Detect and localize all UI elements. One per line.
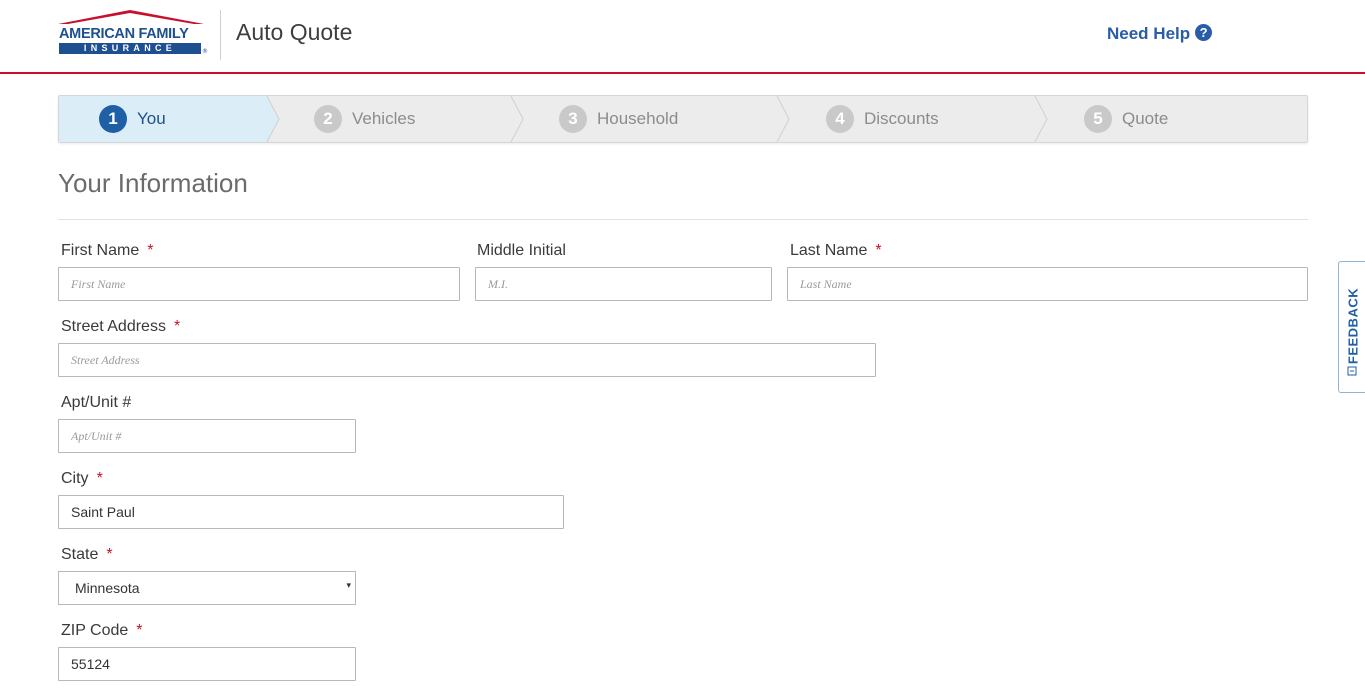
apt-unit-label: Apt/Unit # bbox=[61, 394, 132, 411]
step-number: 3 bbox=[559, 105, 587, 133]
need-help-label: Need Help bbox=[1107, 24, 1191, 43]
street-address-label-text: Street Address bbox=[61, 318, 166, 335]
zip-code-input[interactable] bbox=[58, 647, 356, 681]
street-address-input[interactable] bbox=[58, 343, 876, 377]
step-number: 4 bbox=[826, 105, 854, 133]
section-title: Your Information bbox=[58, 168, 248, 198]
middle-initial-input[interactable] bbox=[475, 267, 772, 301]
step-quote[interactable]: 5 Quote bbox=[1084, 96, 1168, 142]
city-label-text: City bbox=[61, 470, 89, 487]
last-name-label: Last Name * bbox=[790, 242, 882, 260]
first-name-input[interactable] bbox=[58, 267, 460, 301]
street-address-label: Street Address * bbox=[61, 318, 180, 336]
step-discounts[interactable]: 4 Discounts bbox=[826, 96, 939, 142]
page-header: AMERICAN FAMILY INSURANCE ® Auto Quote N… bbox=[0, 0, 1365, 74]
state-select-value: Minnesota bbox=[75, 580, 140, 596]
zip-code-label: ZIP Code * bbox=[61, 622, 143, 640]
required-asterisk: * bbox=[875, 242, 882, 259]
first-name-label: First Name * bbox=[61, 242, 153, 260]
step-number: 1 bbox=[99, 105, 127, 133]
logo-text-insurance: INSURANCE bbox=[83, 43, 177, 53]
question-circle-icon: ? bbox=[1195, 23, 1213, 41]
progress-steps: 1 You 2 Vehicles 3 Household 4 Discounts… bbox=[58, 95, 1308, 143]
logo-insurance-bar: INSURANCE bbox=[59, 43, 201, 54]
feedback-icon bbox=[1347, 366, 1357, 376]
step-number: 5 bbox=[1084, 105, 1112, 133]
apt-unit-input[interactable] bbox=[58, 419, 356, 453]
last-name-input[interactable] bbox=[787, 267, 1308, 301]
step-household[interactable]: 3 Household bbox=[559, 96, 678, 142]
header-divider bbox=[220, 10, 221, 60]
step-label: You bbox=[137, 109, 166, 128]
state-select[interactable]: Minnesota ▾ bbox=[58, 571, 356, 605]
required-asterisk: * bbox=[96, 470, 103, 487]
feedback-label: FEEDBACK bbox=[1345, 287, 1361, 365]
city-label: City * bbox=[61, 470, 103, 488]
last-name-label-text: Last Name bbox=[790, 242, 868, 259]
feedback-tab[interactable]: FEEDBACK bbox=[1338, 261, 1365, 393]
app-title: Auto Quote bbox=[236, 19, 353, 45]
logo-text-american-family: AMERICAN FAMILY bbox=[59, 26, 189, 42]
step-number: 2 bbox=[314, 105, 342, 133]
section-divider bbox=[58, 219, 1308, 220]
step-label: Vehicles bbox=[352, 109, 416, 128]
required-asterisk: * bbox=[136, 622, 143, 639]
middle-initial-label: Middle Initial bbox=[477, 242, 566, 259]
required-asterisk: * bbox=[106, 546, 113, 563]
step-label: Household bbox=[597, 109, 679, 128]
required-asterisk: * bbox=[173, 318, 181, 335]
caret-down-icon: ▾ bbox=[346, 581, 351, 591]
city-input[interactable] bbox=[58, 495, 564, 529]
step-vehicles[interactable]: 2 Vehicles bbox=[314, 96, 415, 142]
step-label: Discounts bbox=[864, 109, 939, 128]
zip-code-label-text: ZIP Code bbox=[61, 622, 129, 639]
required-asterisk: * bbox=[147, 242, 154, 259]
american-family-logo[interactable]: AMERICAN FAMILY INSURANCE ® bbox=[58, 10, 208, 56]
logo-registered-mark: ® bbox=[202, 48, 208, 55]
first-name-label-text: First Name bbox=[61, 242, 140, 259]
step-you[interactable]: 1 You bbox=[99, 96, 166, 142]
state-label-text: State bbox=[61, 546, 99, 563]
state-label: State * bbox=[61, 546, 113, 564]
need-help-link[interactable]: Need Help ? bbox=[1107, 23, 1213, 44]
step-label: Quote bbox=[1122, 109, 1169, 128]
